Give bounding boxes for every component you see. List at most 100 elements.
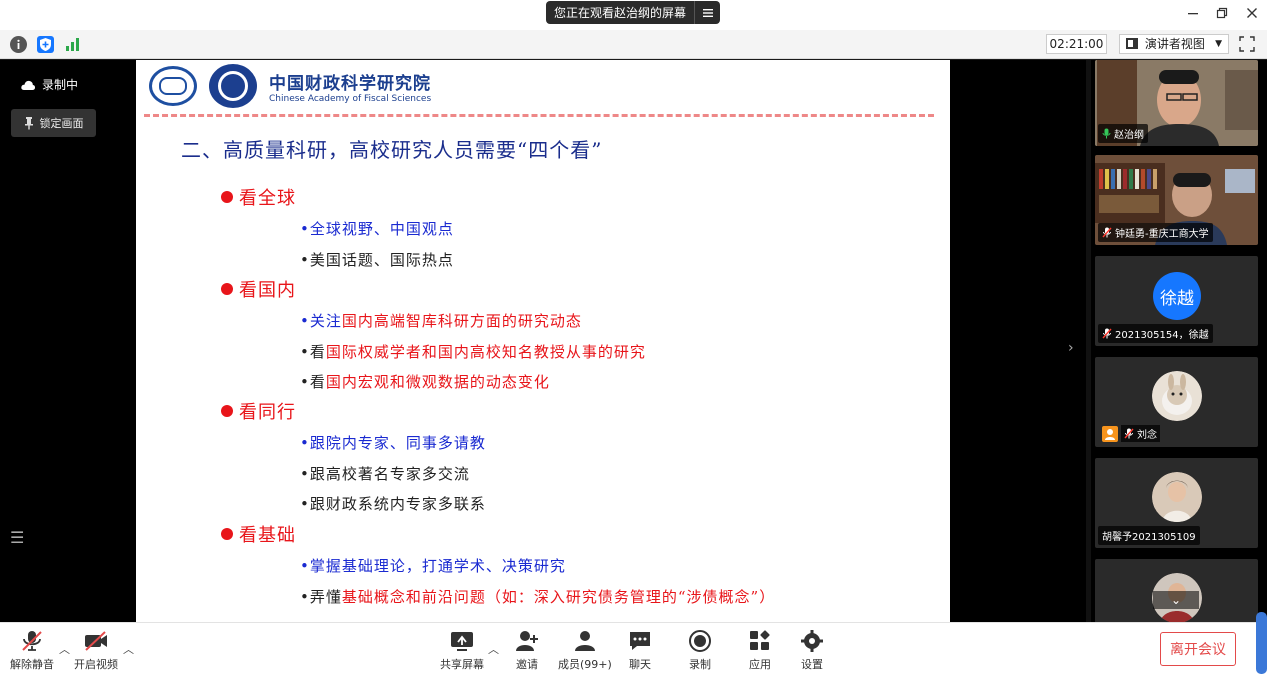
chat-button[interactable]: 聊天 [627,629,653,672]
settings-button[interactable]: 设置 [799,629,825,672]
pin-icon [24,117,33,130]
view-mode-select[interactable]: 演讲者视图 ▼ [1119,34,1229,54]
slide-heading-text: 看基础 [239,525,296,546]
chevron-down-icon: ▼ [1215,39,1222,49]
slide-bullet-item: •弄懂基础概念和前沿问题（如：深入研究债务管理的“涉债概念”） [300,586,775,607]
slide-heading-text: 看同行 [239,402,296,423]
chevron-down-icon[interactable]: ⌄ [1153,591,1199,609]
bullet-text-segment: •掌握基础理论，打通学术、决策研究 [300,557,566,575]
bullet-text-segment: 国际权威学者和国内高校知名教授从事的研究 [325,342,646,361]
bottom-toolbar: 解除静音 ︿ 开启视频 ︿ 共享屏幕 ︿ 邀请 成员(99+) 聊天 录制 应用… [0,622,1267,676]
slide-bullet-item: •掌握基础理论，打通学术、决策研究 [300,555,566,576]
meeting-timer: 02:21:00 [1046,34,1107,54]
slide-bullet-item: •跟高校著名专家多交流 [300,463,470,484]
restore-icon[interactable] [1211,4,1233,26]
mic-muted-icon [1102,227,1112,238]
bullet-dot-icon [221,191,233,203]
chat-icon [630,632,650,650]
bullet-text-segment: •跟财政系统内专家多联系 [300,495,486,513]
slide-bullet-item: •跟财政系统内专家多联系 [300,493,486,514]
slide-heading-text: 看全球 [239,188,296,209]
participant-tile[interactable]: 徐越 2021305154，徐越 [1095,256,1258,346]
sharing-notice-text: 您正在观看赵治纲的屏幕 [554,6,687,20]
add-person-icon [516,631,538,651]
lock-view-label: 锁定画面 [39,117,84,130]
participant-name-tag: 2021305154，徐越 [1098,324,1213,343]
stage-background [950,60,1086,622]
start-video-label: 开启视频 [74,658,118,671]
outline-list-icon[interactable]: ☰ [10,528,24,547]
chevron-right-icon[interactable]: › [1068,340,1074,356]
screen-share-notice[interactable]: 您正在观看赵治纲的屏幕 [546,1,720,24]
participant-tile[interactable]: 钟廷勇-重庆工商大学 [1095,155,1258,245]
institute-name-en: Chinese Academy of Fiscal Sciences [269,93,432,104]
participant-name: 钟廷勇-重庆工商大学 [1115,229,1209,240]
chat-label: 聊天 [629,658,651,671]
minimize-icon[interactable] [1182,4,1204,26]
slide-bullet-item: •美国话题、国际热点 [300,249,454,270]
slide-bullet-item: •看国际权威学者和国内高校知名教授从事的研究 [300,341,646,362]
info-icon[interactable] [10,36,27,53]
participant-tile[interactable]: 胡馨予2021305109 [1095,458,1258,548]
bullet-text-segment: •关注 [300,312,342,330]
share-screen-label: 共享屏幕 [440,658,484,671]
meeting-info-bar: 02:21:00 演讲者视图 ▼ [0,30,1267,59]
members-icon [574,631,595,651]
participant-tile[interactable]: ⌄ [1095,559,1258,629]
bullet-text-segment: •看 [300,373,326,391]
bullet-dot-icon [221,283,233,295]
chevron-up-icon[interactable]: ︿ [59,641,70,657]
unmute-label: 解除静音 [10,658,54,671]
participant-name-tag: 钟廷勇-重庆工商大学 [1098,223,1213,242]
bullet-text-segment: •美国话题、国际热点 [300,250,454,269]
bullet-text-segment: •看 [300,342,326,361]
slide-title: 二、高质量科研，高校研究人员需要“四个看” [181,138,603,162]
invite-label: 邀请 [516,658,538,671]
left-panel: 录制中 锁定画面 ☰ [0,60,136,622]
gear-icon [801,630,823,652]
slide-heading: 看国内 [221,276,296,302]
slide-heading: 看基础 [221,521,296,547]
lock-view-button[interactable]: 锁定画面 [11,109,96,137]
bullet-text-segment: 国内高端智库科研方面的研究动态 [341,312,582,330]
slide-heading: 看同行 [221,398,296,424]
slide-bullet-item: •全球视野、中国观点 [300,218,454,239]
apps-button[interactable]: 应用 [747,629,773,672]
participant-name: 赵治纲 [1114,130,1144,141]
signal-icon[interactable] [64,36,81,53]
participant-name-tag: 赵治纲 [1098,124,1148,143]
academy-logo [209,64,257,108]
mic-muted-icon [1124,428,1134,439]
mic-muted-icon [22,631,42,651]
title-bar: 您正在观看赵治纲的屏幕 [0,0,1267,30]
record-icon [689,630,711,652]
header-divider [144,114,934,117]
participant-tile[interactable]: 赵治纲 [1095,60,1258,146]
chevron-up-icon[interactable]: ︿ [488,641,499,657]
participant-name-tag: 胡馨予2021305109 [1098,526,1200,545]
institute-name-cn: 中国财政科学研究院 [269,73,431,94]
slide-heading: 看全球 [221,184,296,210]
start-video-button[interactable]: 开启视频 [74,629,118,672]
close-icon[interactable] [1241,4,1263,26]
recording-indicator[interactable]: 录制中 [20,76,78,93]
view-mode-label: 演讲者视图 [1144,37,1205,51]
bullet-text-segment: •弄懂 [300,587,342,606]
fullscreen-icon[interactable] [1238,35,1256,53]
share-screen-button[interactable]: 共享屏幕 [440,629,484,672]
invite-button[interactable]: 邀请 [514,629,540,672]
shield-icon[interactable] [37,36,54,53]
chevron-up-icon[interactable]: ︿ [123,641,134,657]
apps-icon [750,630,770,650]
participant-tile[interactable]: 刘念 [1095,357,1258,447]
slide-bullet-item: •跟院内专家、同事多请教 [300,432,486,453]
slide-header: 中国财政科学研究院 Chinese Academy of Fiscal Scie… [149,63,431,109]
unmute-button[interactable]: 解除静音 [10,629,54,672]
bullet-dot-icon [221,528,233,540]
record-button[interactable]: 录制 [687,629,713,672]
record-label: 录制 [689,658,711,671]
list-icon[interactable] [694,1,720,24]
members-button[interactable]: 成员(99+) [558,629,612,672]
avatar: 徐越 [1153,272,1201,320]
leave-meeting-button[interactable]: 离开会议 [1160,632,1236,666]
